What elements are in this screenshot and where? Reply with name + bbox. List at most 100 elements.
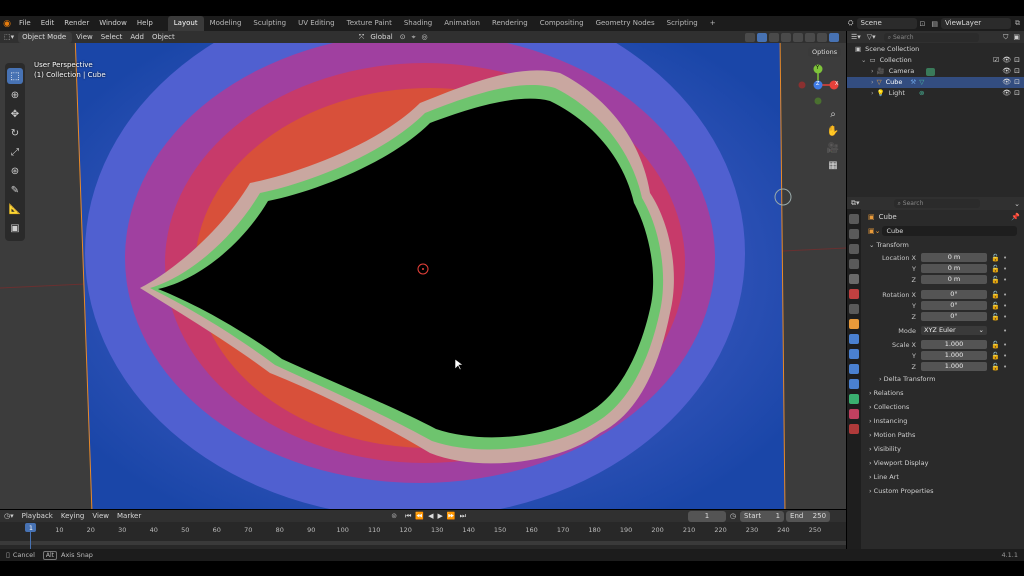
scale-z-field[interactable]: 1.000 bbox=[921, 362, 987, 371]
pan-hand-icon[interactable]: ✋ bbox=[826, 124, 840, 138]
menu-select[interactable]: Select bbox=[97, 31, 127, 43]
play-icon[interactable]: ▶ bbox=[436, 512, 445, 520]
tab-uv-editing[interactable]: UV Editing bbox=[292, 16, 341, 31]
scene-tab-icon[interactable] bbox=[849, 274, 859, 284]
render-camera-icon[interactable]: ⊡ bbox=[1014, 55, 1020, 66]
tab-texture-paint[interactable]: Texture Paint bbox=[341, 16, 398, 31]
tab-sculpting[interactable]: Sculpting bbox=[247, 16, 292, 31]
orientation-selector[interactable]: Global bbox=[366, 31, 396, 43]
filter-icon[interactable]: ▽▾ bbox=[867, 33, 876, 41]
lock-icon[interactable]: 🔓 bbox=[991, 276, 1000, 284]
view-layer-selector[interactable]: ViewLayer bbox=[941, 18, 1011, 29]
menu-marker[interactable]: Marker bbox=[113, 510, 145, 522]
object-name-field[interactable]: Cube bbox=[882, 226, 1018, 236]
outliner-row-scene-collection[interactable]: ▣ Scene Collection bbox=[847, 44, 1024, 55]
transform-panel-header[interactable]: ⌄ Transform bbox=[863, 238, 1024, 252]
tab-rendering[interactable]: Rendering bbox=[486, 16, 534, 31]
eye-icon[interactable]: 👁 bbox=[1002, 55, 1011, 66]
collections-header[interactable]: › Collections bbox=[863, 400, 1024, 414]
physics-tab-icon[interactable] bbox=[849, 364, 859, 374]
lock-icon[interactable]: 🔓 bbox=[991, 291, 1000, 299]
modifier-tab-icon[interactable] bbox=[849, 334, 859, 344]
render-camera-icon[interactable]: ⊡ bbox=[1014, 88, 1020, 99]
outliner-search-field[interactable]: ⌕ Search bbox=[883, 32, 979, 42]
3d-viewport[interactable]: ⬚ ⊕ ✥ ↻ ⤢ ⊛ ✎ 📐 ▣ User Perspective (1) C… bbox=[0, 43, 846, 509]
menu-view[interactable]: View bbox=[72, 31, 97, 43]
tab-scripting[interactable]: Scripting bbox=[661, 16, 704, 31]
lock-icon[interactable]: 🔓 bbox=[991, 352, 1000, 360]
viewport-display-header[interactable]: › Viewport Display bbox=[863, 456, 1024, 470]
transform-tool-icon[interactable]: ⊛ bbox=[7, 163, 23, 179]
rotation-mode-select[interactable]: XYZ Euler ⌄ bbox=[921, 326, 987, 335]
data-tab-icon[interactable] bbox=[849, 394, 859, 404]
eye-icon[interactable]: 👁 bbox=[1002, 77, 1011, 88]
outliner-row-cube[interactable]: › ▽ Cube ⚒ ▽ 👁 ⊡ bbox=[847, 77, 1024, 88]
material-tab-icon[interactable] bbox=[849, 409, 859, 419]
menu-timeline-view[interactable]: View bbox=[88, 510, 113, 522]
particles-tab-icon[interactable] bbox=[849, 349, 859, 359]
tab-modeling[interactable]: Modeling bbox=[204, 16, 248, 31]
menu-object[interactable]: Object bbox=[148, 31, 179, 43]
scene-selector[interactable]: Scene bbox=[856, 18, 917, 29]
eye-icon[interactable]: 👁 bbox=[1002, 88, 1011, 99]
eye-icon[interactable]: 👁 bbox=[1002, 66, 1011, 77]
menu-window[interactable]: Window bbox=[94, 16, 132, 31]
visibility-icon[interactable] bbox=[745, 32, 755, 42]
tab-compositing[interactable]: Compositing bbox=[534, 16, 590, 31]
add-workspace-button[interactable]: + bbox=[704, 16, 722, 31]
tab-shading[interactable]: Shading bbox=[398, 16, 438, 31]
location-z-field[interactable]: 0 m bbox=[921, 275, 987, 284]
scale-x-field[interactable]: 1.000 bbox=[921, 340, 987, 349]
lock-icon[interactable]: 🔓 bbox=[991, 265, 1000, 273]
timeline-scrollbar[interactable] bbox=[0, 541, 846, 545]
new-collection-icon[interactable]: ▣ bbox=[1013, 33, 1020, 41]
keyframe-dot-icon[interactable]: • bbox=[1003, 363, 1011, 371]
pin-icon[interactable]: 📌 bbox=[1011, 213, 1020, 221]
current-frame-field[interactable]: 1 bbox=[687, 510, 726, 522]
options-button[interactable]: Options bbox=[808, 47, 842, 57]
render-tab-icon[interactable] bbox=[849, 229, 859, 239]
properties-editor-icon[interactable]: ⧉▾ bbox=[851, 199, 860, 208]
object-tab-icon[interactable] bbox=[849, 319, 859, 329]
lock-icon[interactable]: 🔓 bbox=[991, 363, 1000, 371]
menu-help[interactable]: Help bbox=[132, 16, 158, 31]
collapse-arrow-icon[interactable]: › bbox=[871, 88, 874, 99]
jump-start-icon[interactable]: ⏮ bbox=[403, 512, 413, 521]
tab-animation[interactable]: Animation bbox=[438, 16, 486, 31]
clock-icon[interactable]: ◷ bbox=[726, 512, 740, 520]
outliner-row-camera[interactable]: › 🎥 Camera 👁 ⊡ bbox=[847, 66, 1024, 77]
line-art-header[interactable]: › Line Art bbox=[863, 470, 1024, 484]
outliner-row-light[interactable]: › 💡 Light ⊚ 👁 ⊡ bbox=[847, 88, 1024, 99]
location-x-field[interactable]: 0 m bbox=[921, 253, 987, 262]
proportional-edit-icon[interactable]: ◎ bbox=[419, 33, 431, 41]
keyframe-dot-icon[interactable]: • bbox=[1003, 313, 1011, 321]
measure-tool-icon[interactable]: 📐 bbox=[7, 201, 23, 217]
collapse-arrow-icon[interactable]: › bbox=[871, 66, 874, 77]
tool-tab-icon[interactable] bbox=[849, 214, 859, 224]
rotation-y-field[interactable]: 0° bbox=[921, 301, 987, 310]
relations-header[interactable]: › Relations bbox=[863, 386, 1024, 400]
world-tab-icon[interactable] bbox=[849, 289, 859, 299]
pin-icon[interactable]: ⊡ bbox=[917, 20, 929, 28]
collection-tab-icon[interactable] bbox=[849, 304, 859, 314]
start-frame-field[interactable]: Start 1 bbox=[740, 510, 785, 522]
play-reverse-icon[interactable]: ◀ bbox=[426, 512, 435, 520]
pivot-icon[interactable]: ⊙ bbox=[397, 33, 409, 41]
texture-tab-icon[interactable] bbox=[849, 424, 859, 434]
menu-keying[interactable]: Keying bbox=[57, 510, 89, 522]
rendered-shading-icon[interactable] bbox=[829, 32, 839, 42]
jump-keyframe-forward-icon[interactable]: ⏩ bbox=[445, 512, 458, 520]
mode-selector[interactable]: Object Mode bbox=[18, 31, 73, 43]
end-frame-field[interactable]: End 250 bbox=[786, 510, 831, 522]
properties-search-field[interactable]: ⌕ Search bbox=[893, 199, 980, 208]
lock-icon[interactable]: 🔓 bbox=[991, 302, 1000, 310]
copy-icon[interactable]: ⧉ bbox=[1011, 19, 1024, 28]
outliner-editor-icon[interactable]: ☰▾ bbox=[851, 33, 861, 41]
delta-transform-header[interactable]: › Delta Transform bbox=[863, 372, 1024, 386]
keyframe-dot-icon[interactable]: • bbox=[1003, 254, 1011, 262]
visibility-header[interactable]: › Visibility bbox=[863, 442, 1024, 456]
render-camera-icon[interactable]: ⊡ bbox=[1014, 77, 1020, 88]
rotation-x-field[interactable]: 0° bbox=[921, 290, 987, 299]
menu-file[interactable]: File bbox=[14, 16, 36, 31]
gizmo-toggle-icon[interactable] bbox=[757, 32, 767, 42]
